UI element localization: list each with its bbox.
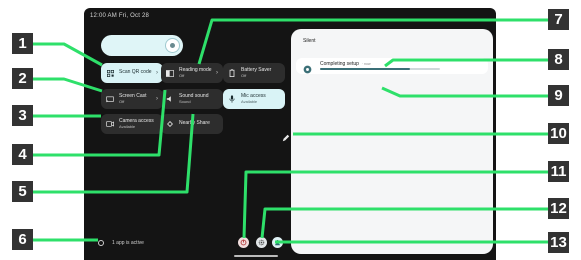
- callout-9: 9: [548, 85, 569, 106]
- callout-8: 8: [548, 49, 569, 70]
- callout-4: 4: [12, 144, 33, 165]
- callout-5: 5: [12, 181, 33, 202]
- callout-3: 3: [12, 105, 33, 126]
- callout-6: 6: [12, 229, 33, 250]
- callout-13: 13: [548, 232, 569, 253]
- callout-2: 2: [12, 68, 33, 89]
- callout-leader-lines: [33, 18, 555, 244]
- callout-12: 12: [548, 198, 569, 219]
- callout-7: 7: [548, 9, 569, 30]
- callout-10: 10: [548, 123, 569, 144]
- callout-11: 11: [548, 161, 569, 182]
- callout-1: 1: [12, 33, 33, 54]
